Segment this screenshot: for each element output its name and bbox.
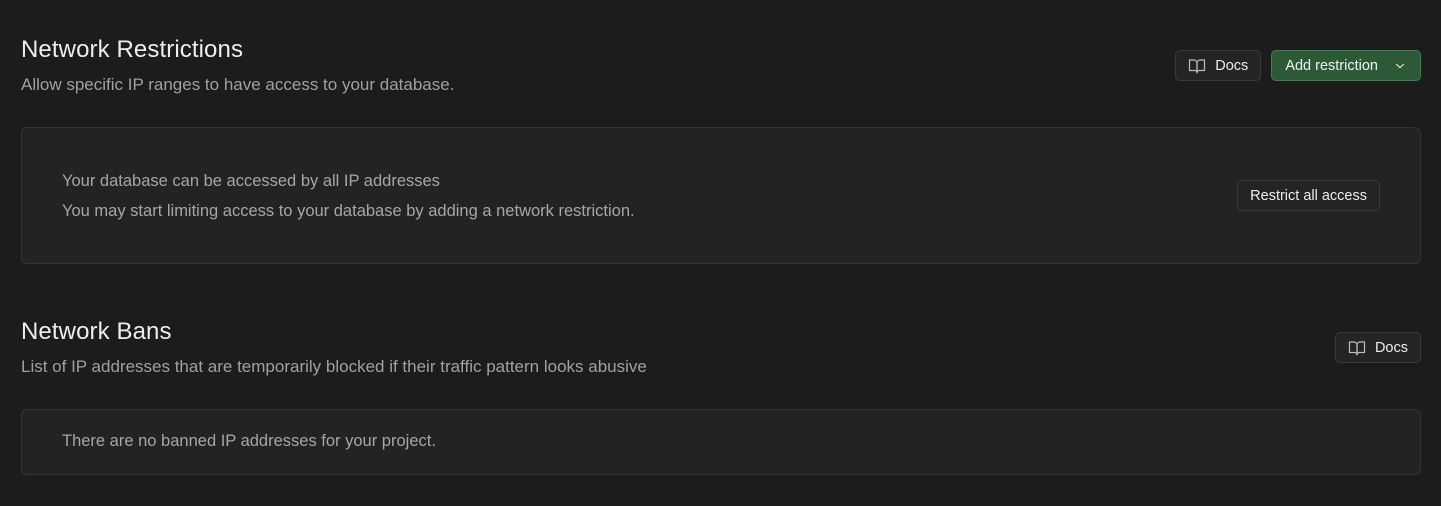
banned-ips-card: There are no banned IP addresses for you… (21, 409, 1421, 475)
access-hint-text: You may start limiting access to your da… (62, 202, 635, 220)
add-restriction-label: Add restriction (1285, 57, 1378, 74)
add-restriction-button[interactable]: Add restriction (1271, 50, 1421, 81)
section-title: Network Restrictions (21, 36, 244, 63)
docs-button-label: Docs (1374, 339, 1408, 356)
section-description: Allow specific IP ranges to have access … (21, 75, 455, 94)
section-header: Network Bans List of IP addresses that a… (21, 282, 1421, 382)
restrict-all-access-label: Restrict all access (1250, 187, 1367, 204)
header-actions: Docs Add restriction (1175, 50, 1421, 81)
book-open-icon (1188, 57, 1206, 75)
restrict-all-access-button[interactable]: Restrict all access (1237, 180, 1380, 211)
section-title: Network Bans (21, 318, 172, 345)
network-bans-section: Network Bans List of IP addresses that a… (21, 282, 1421, 475)
section-description: List of IP addresses that are temporaril… (21, 357, 647, 376)
access-status-text: Your database can be accessed by all IP … (62, 172, 440, 190)
empty-state-text: There are no banned IP addresses for you… (62, 432, 436, 450)
chevron-down-icon (1393, 59, 1407, 73)
book-open-icon (1348, 339, 1366, 357)
docs-button[interactable]: Docs (1334, 332, 1421, 363)
header-actions: Docs (1334, 332, 1421, 363)
docs-button[interactable]: Docs (1175, 50, 1262, 81)
access-status-card: Your database can be accessed by all IP … (21, 127, 1421, 264)
network-restrictions-section: Network Restrictions Allow specific IP r… (21, 0, 1421, 264)
docs-button-label: Docs (1215, 57, 1249, 74)
section-header: Network Restrictions Allow specific IP r… (21, 0, 1421, 100)
